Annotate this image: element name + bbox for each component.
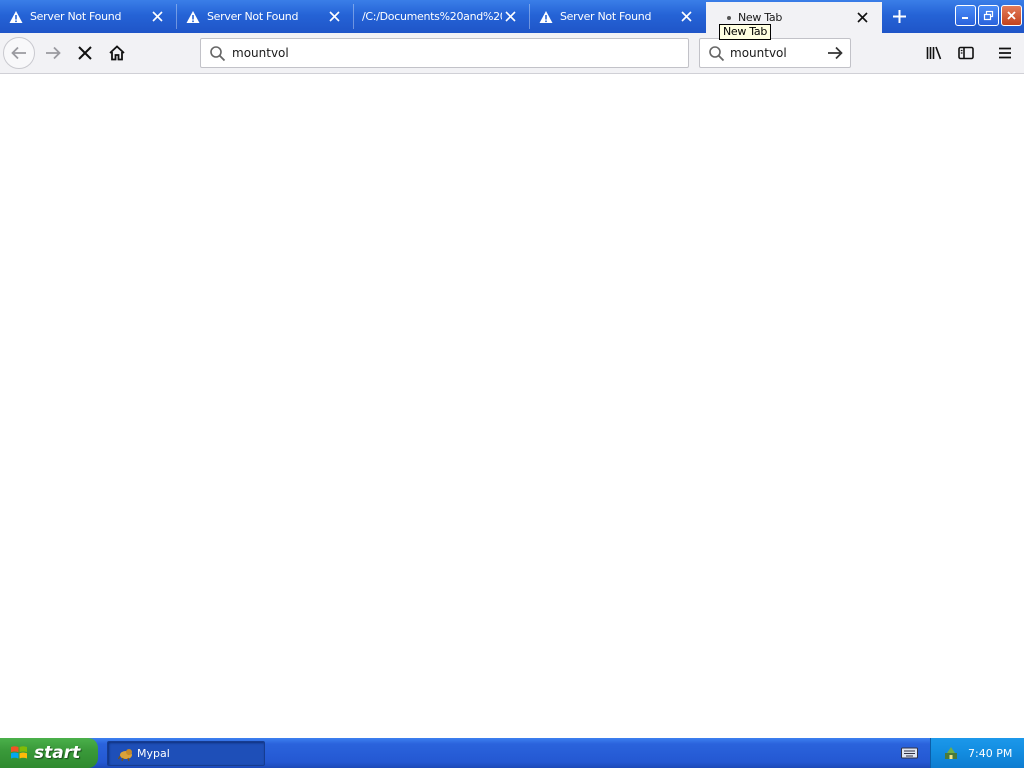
clock: 7:40 PM bbox=[968, 746, 1013, 760]
library-icon bbox=[926, 46, 942, 60]
close-tab-icon[interactable] bbox=[502, 9, 518, 25]
start-label: start bbox=[34, 743, 81, 763]
close-tab-icon[interactable] bbox=[854, 10, 870, 26]
tab-label: New Tab bbox=[738, 11, 783, 24]
tab-label: /C:/Documents%20and%20 bbox=[362, 10, 502, 23]
hamburger-menu-icon bbox=[999, 47, 1011, 59]
taskbar-item-mypal[interactable]: Mypal bbox=[107, 741, 265, 766]
close-tab-icon[interactable] bbox=[326, 9, 342, 25]
sidebar-button[interactable] bbox=[950, 37, 982, 69]
search-icon bbox=[709, 45, 725, 61]
plus-icon bbox=[892, 9, 906, 23]
home-button[interactable] bbox=[101, 37, 133, 69]
library-button[interactable] bbox=[918, 37, 950, 69]
taskbar-item-label: Mypal bbox=[137, 747, 170, 760]
tab-label: Server Not Found bbox=[560, 10, 652, 23]
warning-icon bbox=[539, 10, 553, 23]
new-tab-button[interactable] bbox=[886, 5, 912, 27]
system-tray: 7:40 PM bbox=[930, 738, 1024, 768]
tab-strip: Server Not Found Server Not Found /C:/Do… bbox=[0, 0, 1024, 33]
stop-button[interactable] bbox=[69, 37, 101, 69]
windows-logo-icon bbox=[11, 746, 27, 759]
url-bar[interactable] bbox=[200, 38, 689, 68]
tooltip: New Tab bbox=[719, 24, 772, 40]
menu-button[interactable] bbox=[989, 37, 1021, 69]
arrow-right-icon bbox=[828, 46, 843, 60]
loading-dot-icon bbox=[727, 15, 731, 20]
search-icon bbox=[210, 45, 226, 61]
network-icon[interactable] bbox=[943, 745, 959, 761]
url-input[interactable] bbox=[232, 46, 672, 60]
tab-server-not-found-1[interactable]: Server Not Found bbox=[0, 0, 177, 33]
search-input[interactable] bbox=[730, 46, 822, 60]
back-arrow-icon bbox=[11, 46, 26, 60]
close-icon bbox=[1007, 11, 1016, 20]
tab-server-not-found-2[interactable]: Server Not Found bbox=[177, 0, 354, 33]
keyboard-icon[interactable] bbox=[901, 746, 918, 760]
search-bar[interactable] bbox=[699, 38, 851, 68]
close-tab-icon[interactable] bbox=[678, 9, 694, 25]
restore-button[interactable] bbox=[978, 5, 999, 26]
close-window-button[interactable] bbox=[1001, 5, 1022, 26]
tab-local-file[interactable]: /C:/Documents%20and%20 bbox=[354, 0, 530, 33]
forward-button[interactable] bbox=[37, 37, 69, 69]
search-go-button[interactable] bbox=[824, 42, 846, 64]
back-button[interactable] bbox=[3, 37, 35, 69]
page-content bbox=[0, 74, 1024, 738]
mypal-app-icon bbox=[118, 748, 132, 761]
restore-icon bbox=[983, 10, 994, 21]
warning-icon bbox=[186, 10, 200, 23]
stop-icon bbox=[78, 46, 92, 60]
tab-label: Server Not Found bbox=[30, 10, 122, 23]
close-tab-icon[interactable] bbox=[149, 9, 165, 25]
start-button[interactable]: start bbox=[0, 738, 98, 768]
minimize-icon bbox=[962, 17, 968, 19]
home-icon bbox=[109, 45, 125, 61]
navigation-toolbar bbox=[0, 33, 1024, 74]
forward-arrow-icon bbox=[46, 46, 61, 60]
taskbar: start Mypal 7:40 PM bbox=[0, 738, 1024, 768]
tab-server-not-found-3[interactable]: Server Not Found bbox=[530, 0, 706, 33]
warning-icon bbox=[9, 10, 23, 23]
tab-label: Server Not Found bbox=[207, 10, 299, 23]
minimize-button[interactable] bbox=[955, 5, 976, 26]
sidebar-icon bbox=[958, 46, 974, 60]
